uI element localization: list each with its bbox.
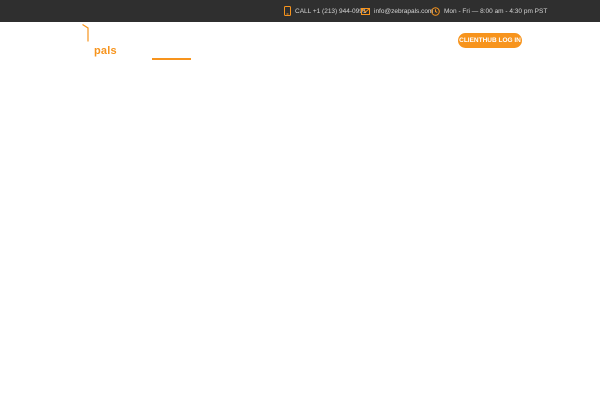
logo-mark-icon [82,23,90,42]
topbar-phone-text: CALL +1 (213) 944-0991 [295,7,367,15]
topbar-phone[interactable]: CALL +1 (213) 944-0991 [284,0,367,22]
clienthub-login-button[interactable]: CLIENTHUB LOG IN [458,33,522,48]
topbar-hours: Mon - Fri — 8:00 am - 4:30 pm PST [431,0,547,22]
site-logo[interactable]: pals [82,23,122,60]
topbar-email[interactable]: info@zebrapals.com [361,0,433,22]
logo-text: pals [94,45,117,57]
mail-icon [361,7,370,15]
topbar-email-text: info@zebrapals.com [374,7,434,15]
clock-icon [431,6,440,16]
phone-icon [284,6,291,16]
topbar: CALL +1 (213) 944-0991 info@zebrapals.co… [0,0,600,22]
topbar-hours-text: Mon - Fri — 8:00 am - 4:30 pm PST [444,7,548,15]
nav-active-underline [152,58,191,60]
